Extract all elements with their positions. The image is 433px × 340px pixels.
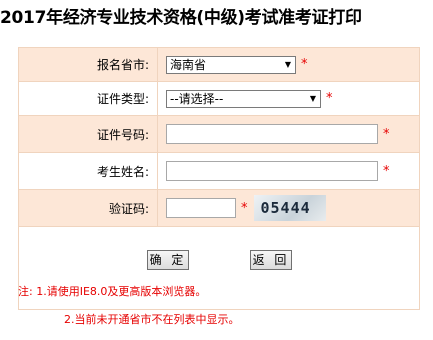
required-mark: *: [326, 91, 333, 106]
province-label: 报名省市:: [18, 47, 158, 82]
ticket-print-form: 报名省市: 海南省 ▼ * 证件类型: --请选择-- ▼ * 证件号码: * …: [18, 47, 420, 310]
required-mark: *: [301, 57, 308, 72]
note-line-2: 2.当前未开通省市不在列表中显示。: [64, 313, 240, 326]
captcha-image-text: 05444: [260, 199, 311, 217]
id-type-row: 证件类型: --请选择-- ▼ *: [18, 81, 420, 116]
name-input[interactable]: [166, 161, 378, 181]
id-number-label: 证件号码:: [18, 115, 158, 153]
province-select-value: 海南省: [170, 58, 207, 72]
back-button[interactable]: 返 回: [250, 250, 292, 270]
required-mark: *: [383, 163, 390, 179]
dropdown-arrow-icon[interactable]: ▼: [281, 60, 295, 69]
id-number-input[interactable]: [166, 124, 378, 144]
name-row: 考生姓名: *: [18, 152, 420, 190]
page-title: 2017年经济专业技术资格(中级)考试准考证打印: [0, 8, 362, 28]
required-mark: *: [241, 200, 248, 216]
province-select[interactable]: 海南省 ▼: [166, 55, 296, 74]
captcha-row: 验证码: * 05444: [18, 189, 420, 227]
note-line-1: 注: 1.请使用IE8.0及更高版本浏览器。: [18, 285, 207, 298]
province-row: 报名省市: 海南省 ▼ *: [18, 47, 420, 82]
confirm-button[interactable]: 确 定: [147, 250, 189, 270]
dropdown-arrow-icon[interactable]: ▼: [306, 94, 320, 103]
captcha-input[interactable]: [166, 198, 236, 218]
name-label: 考生姓名:: [18, 152, 158, 190]
required-mark: *: [383, 126, 390, 142]
id-type-select-value: --请选择--: [170, 92, 224, 106]
captcha-image[interactable]: 05444: [253, 195, 326, 221]
captcha-label: 验证码:: [18, 189, 158, 227]
id-number-row: 证件号码: *: [18, 115, 420, 153]
id-type-select[interactable]: --请选择-- ▼: [166, 89, 321, 108]
id-type-label: 证件类型:: [18, 81, 158, 116]
